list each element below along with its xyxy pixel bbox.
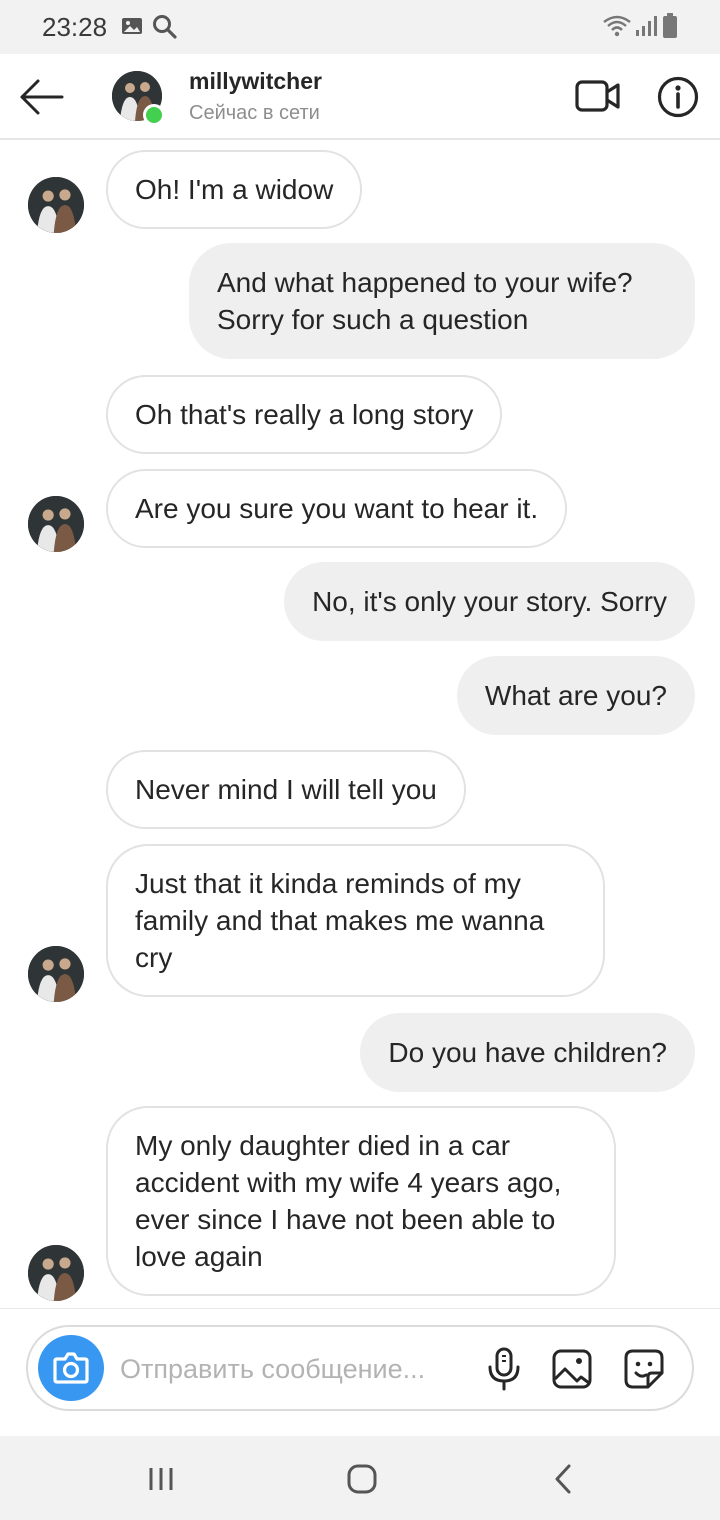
recent-apps-icon <box>149 1468 173 1490</box>
message-outgoing[interactable]: What are you? <box>456 656 695 735</box>
home-icon <box>347 1464 377 1494</box>
composer-bar <box>0 1308 720 1436</box>
status-time: 23:28 <box>42 12 108 42</box>
contact-username[interactable]: millywitcher <box>189 68 322 95</box>
search-notification-icon <box>152 14 178 45</box>
message-incoming[interactable]: Oh! I'm a widow <box>106 150 363 229</box>
home-button[interactable] <box>342 1460 382 1500</box>
message-outgoing[interactable]: No, it's only your story. Sorry <box>284 562 695 641</box>
avatar[interactable] <box>28 1245 84 1301</box>
online-indicator <box>143 104 165 126</box>
video-call-button[interactable] <box>574 76 622 116</box>
chat-header: millywitcher Сейчас в сети <box>0 54 720 140</box>
back-button[interactable] <box>14 72 70 122</box>
message-incoming[interactable]: Are you sure you want to hear it. <box>106 469 568 548</box>
message-input[interactable] <box>120 1347 480 1391</box>
composer <box>26 1325 694 1411</box>
avatar[interactable] <box>28 496 84 552</box>
sticker-button[interactable] <box>622 1347 666 1391</box>
gallery-button[interactable] <box>550 1347 594 1391</box>
message-outgoing[interactable]: Do you have children? <box>360 1013 695 1092</box>
sticker-icon <box>624 1349 664 1389</box>
camera-icon <box>53 1352 89 1384</box>
navigation-bar <box>0 1436 720 1520</box>
message-outgoing[interactable]: And what happened to your wife? Sorry fo… <box>189 243 695 359</box>
message-incoming[interactable]: Never mind I will tell you <box>106 750 466 829</box>
avatar[interactable] <box>28 946 84 1002</box>
microphone-icon <box>488 1347 520 1391</box>
message-incoming[interactable]: My only daughter died in a car accident … <box>106 1106 616 1296</box>
wifi-icon <box>602 14 632 43</box>
back-arrow-icon <box>20 79 64 115</box>
status-bar: 23:28 <box>0 0 720 54</box>
voice-message-button[interactable] <box>486 1347 522 1391</box>
message-incoming[interactable]: Oh that's really a long story <box>106 375 503 454</box>
back-icon <box>555 1464 571 1494</box>
info-icon <box>657 76 699 118</box>
info-button[interactable] <box>656 75 700 119</box>
gallery-notification-icon <box>120 14 144 43</box>
gallery-icon <box>552 1349 592 1389</box>
message-thread[interactable]: Oh! I'm a widow And what happened to you… <box>0 140 720 1308</box>
recent-apps-button[interactable] <box>142 1460 182 1500</box>
camera-button[interactable] <box>38 1335 104 1401</box>
system-back-button[interactable] <box>545 1460 585 1500</box>
video-call-icon <box>575 80 620 112</box>
contact-status: Сейчас в сети <box>189 102 320 124</box>
message-incoming[interactable]: Just that it kinda reminds of my family … <box>106 844 605 997</box>
battery-icon <box>662 13 678 44</box>
signal-icon <box>634 14 658 43</box>
avatar[interactable] <box>28 177 84 233</box>
